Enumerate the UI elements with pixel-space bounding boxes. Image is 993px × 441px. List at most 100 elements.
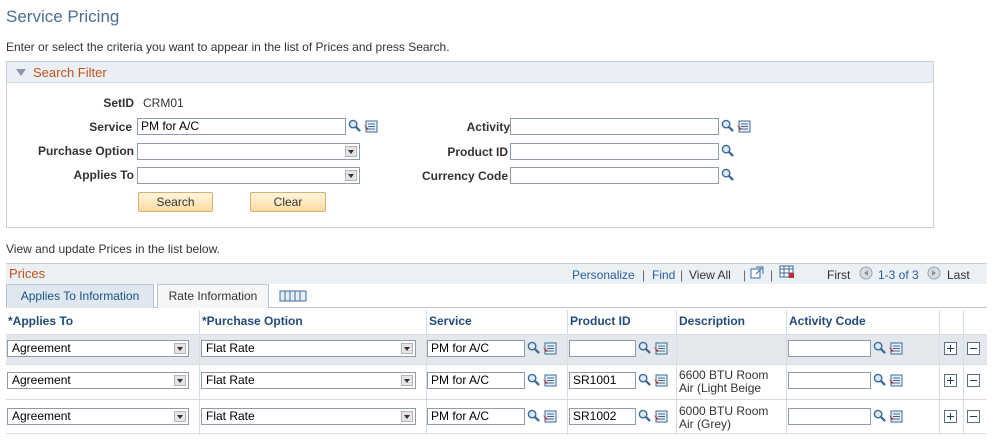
row-applies-to-select[interactable]: Agreement [7,372,189,389]
service-prompt-icon[interactable] [543,342,557,355]
product-id-prompt-icon[interactable] [654,410,668,423]
service-lookup-icon[interactable] [527,373,540,386]
last-label: Last [947,268,970,282]
applies-to-select[interactable] [137,167,360,184]
col-purchase-option[interactable]: *Purchase Option [202,310,303,334]
page-instructions: Enter or select the criteria you want to… [6,40,450,54]
search-filter-header[interactable]: Search Filter [7,62,933,83]
row-applies-to-select[interactable]: Agreement [7,408,189,425]
prices-grid-title: Prices [9,266,46,281]
page-title: Service Pricing [6,7,120,26]
service-lookup-icon[interactable] [527,341,540,354]
row-product-id-input[interactable]: SR1001 [569,372,636,389]
purchase-option-select[interactable] [137,143,360,160]
dropdown-arrow-icon[interactable] [401,411,413,422]
activity-code-lookup-icon[interactable] [873,373,886,386]
row-product-id-input[interactable]: SR1002 [569,408,636,425]
row-purchase-option-value: Flat Rate [206,373,255,387]
col-product-id[interactable]: Product ID [570,310,631,334]
personalize-link[interactable]: Personalize [572,268,635,282]
setid-value: CRM01 [143,96,184,110]
col-service[interactable]: Service [429,310,472,334]
purchase-option-label: Purchase Option [37,144,134,158]
currency-code-lookup-icon[interactable] [721,168,734,181]
nav-separator: | [642,268,646,282]
activity-code-lookup-icon[interactable] [873,409,886,422]
description-line: Air (Grey) [679,417,731,431]
service-lookup-icon[interactable] [527,409,540,422]
row-activity-code-input[interactable] [788,408,871,425]
column-divider [567,310,568,435]
row-service-input[interactable]: PM for A/C [427,372,525,389]
service-prompt-icon[interactable] [543,374,557,387]
dropdown-arrow-icon[interactable] [174,343,186,354]
product-id-input[interactable] [510,143,719,160]
tab-applies-to-information[interactable]: Applies To Information [6,284,154,308]
delete-row-icon[interactable] [967,374,980,387]
previous-icon[interactable] [859,266,873,280]
view-all-link[interactable]: View All [689,268,731,282]
product-id-lookup-icon[interactable] [638,373,651,386]
service-prompt-icon[interactable] [543,410,557,423]
col-description[interactable]: Description [679,310,745,334]
download-grid-icon[interactable] [779,265,795,279]
service-input[interactable]: PM for A/C [137,118,346,135]
activity-label: Activity [466,120,510,134]
search-button[interactable]: Search [138,192,213,212]
activity-lookup-icon[interactable] [721,119,734,132]
activity-code-prompt-icon[interactable] [889,342,903,355]
row-purchase-option-value: Flat Rate [206,341,255,355]
activity-code-prompt-icon[interactable] [889,374,903,387]
col-applies-to[interactable]: *Applies To [8,310,73,334]
row-product-id-input[interactable] [569,340,636,357]
dropdown-arrow-icon[interactable] [345,170,357,181]
row-purchase-option-value: Flat Rate [206,409,255,423]
row-applies-to-select[interactable]: Agreement [7,340,189,357]
activity-code-prompt-icon[interactable] [889,410,903,423]
next-icon[interactable] [927,266,941,280]
product-id-prompt-icon[interactable] [654,374,668,387]
setid-label: SetID [103,96,134,110]
find-link[interactable]: Find [652,268,675,282]
delete-row-icon[interactable] [967,342,980,355]
row-activity-code-input[interactable] [788,372,871,389]
column-divider [676,310,677,435]
add-row-icon[interactable] [944,342,957,355]
delete-row-icon[interactable] [967,410,980,423]
row-purchase-option-select[interactable]: Flat Rate [201,408,416,425]
product-id-prompt-icon[interactable] [654,342,668,355]
tab-rate-information[interactable]: Rate Information [157,284,269,308]
service-prompt-icon[interactable] [364,120,378,133]
row-service-input[interactable]: PM for A/C [427,340,525,357]
row-purchase-option-select[interactable]: Flat Rate [201,372,416,389]
dropdown-arrow-icon[interactable] [174,411,186,422]
col-activity-code[interactable]: Activity Code [789,310,866,334]
dropdown-arrow-icon[interactable] [345,146,357,157]
activity-prompt-icon[interactable] [737,120,751,133]
service-lookup-icon[interactable] [348,119,361,132]
clear-button[interactable]: Clear [250,192,326,212]
activity-code-lookup-icon[interactable] [873,341,886,354]
activity-input[interactable] [510,118,719,135]
nav-separator: | [770,268,774,282]
product-id-lookup-icon[interactable] [638,409,651,422]
dropdown-arrow-icon[interactable] [401,343,413,354]
collapse-triangle-icon[interactable] [16,69,26,76]
product-id-lookup-icon[interactable] [721,144,734,157]
product-id-lookup-icon[interactable] [638,341,651,354]
currency-code-input[interactable] [510,167,719,184]
row-purchase-option-select[interactable]: Flat Rate [201,340,416,357]
row-description: 6000 BTU Room Air (Grey) [679,405,783,431]
show-all-columns-icon[interactable] [279,290,307,302]
new-window-icon[interactable] [750,266,764,279]
dropdown-arrow-icon[interactable] [174,375,186,386]
row-range: 1-3 of 3 [878,268,919,282]
column-divider [786,310,787,435]
add-row-icon[interactable] [944,410,957,423]
dropdown-arrow-icon[interactable] [401,375,413,386]
row-activity-code-input[interactable] [788,340,871,357]
add-row-icon[interactable] [944,374,957,387]
column-divider [199,310,200,435]
row-service-input[interactable]: PM for A/C [427,408,525,425]
row-applies-to-value: Agreement [12,341,71,355]
